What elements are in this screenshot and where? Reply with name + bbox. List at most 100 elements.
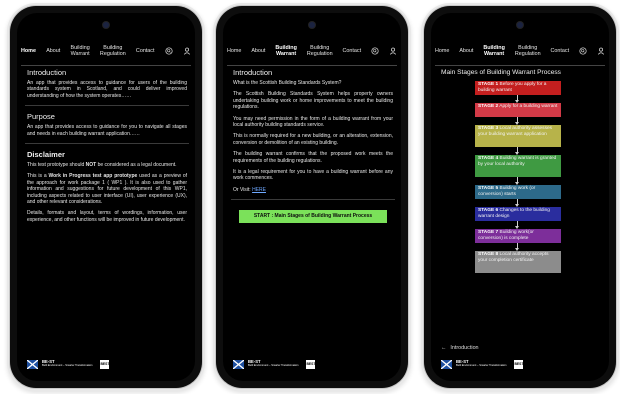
phone-screen: Home About Building Warrant Building Regul… [431, 13, 609, 381]
paragraph-1: The Scottish Building Standards System h… [233, 91, 393, 111]
best-logo: BE-ST Built Environment – Smarter Transfo… [456, 359, 507, 369]
nav-building-regulation[interactable]: Building Regulation [100, 45, 126, 57]
search-icon[interactable] [579, 47, 587, 55]
stage-box-7[interactable]: STAGE 7 Building work(or conversion) is … [475, 229, 561, 243]
flow-arrow [515, 147, 519, 155]
best-box-logo: BEST [306, 359, 316, 369]
footer-logos: BE-ST Built Environment – Smarter Transfo… [27, 359, 110, 369]
start-stages-button[interactable]: START : Main Stages of Building Warrant … [239, 210, 387, 224]
top-navigation: Home About Building Warrant Building Regul… [227, 41, 397, 66]
best-logo-subtitle: Built Environment – Smarter Transformati… [456, 364, 507, 368]
stages-heading: Main Stages of Building Warrant Process [441, 69, 561, 76]
intro-heading: Introduction [233, 68, 273, 77]
nav-building-warrant[interactable]: Building Warrant [483, 45, 505, 57]
stage-box-3[interactable]: STAGE 3 Local authority assesses your bu… [475, 125, 561, 147]
nav-label-line: Warrant [70, 51, 90, 57]
nav-contact[interactable]: Contact [551, 48, 570, 54]
phone-frame-building-warrant: Home About Building Warrant Building Regul… [216, 6, 408, 388]
here-link[interactable]: HERE [252, 187, 266, 193]
footer-logos: BE-ST Built Environment – Smarter Transfo… [441, 359, 524, 369]
intro-text: An app that provides access to guidance … [27, 80, 187, 99]
nav-building-regulation[interactable]: Building Regulation [515, 45, 541, 57]
disclaimer-text: This is a [27, 173, 49, 180]
flow-arrow [515, 117, 519, 125]
nav-home[interactable]: Home [227, 48, 241, 54]
top-navigation: Home About Building Warrant Building Regul… [435, 41, 605, 66]
divider [25, 143, 189, 145]
flow-arrow [515, 243, 519, 251]
stage-label: STAGE 7 [478, 230, 499, 235]
best-box-logo: BEST [514, 359, 524, 369]
front-camera [517, 22, 523, 28]
scotland-flag-icon [27, 359, 38, 369]
phone-screen: Home About Building Warrant Building Regul… [223, 13, 401, 381]
paragraph-4: The building warrant confirms that the p… [233, 151, 393, 164]
stage-box-2[interactable]: STAGE 2 Apply for a building warrant [475, 103, 561, 117]
home-content: Introduction An app that provides access… [25, 68, 189, 228]
stage-label: STAGE 6 [478, 208, 499, 213]
stage-box-5[interactable]: STAGE 5 Building work (or conversion) st… [475, 185, 561, 199]
disclaimer-emphasis: NOT [85, 162, 97, 169]
stage-label: STAGE 8 [478, 252, 499, 257]
phone-screen: Home About Building Warrant Building Regul… [17, 13, 195, 381]
stage-label: STAGE 5 [478, 186, 499, 191]
purpose-text: An app that provides access to guidance … [27, 124, 187, 137]
nav-home[interactable]: Home [435, 48, 449, 54]
stage-box-6[interactable]: STAGE 6 Changes to the building warrant … [475, 207, 561, 221]
nav-building-warrant[interactable]: Building Warrant [275, 45, 297, 57]
user-icon[interactable] [597, 47, 605, 55]
stage-label: STAGE 2 [478, 104, 499, 109]
stage-box-4[interactable]: STAGE 4 Building warrant is granted by y… [475, 155, 561, 177]
intro-heading: Introduction [27, 68, 67, 77]
paragraph-2: You may need permission in the form of a… [233, 115, 393, 129]
nav-about[interactable]: About [251, 48, 265, 54]
building-warrant-content: Introduction What is the Scottish Buildi… [231, 68, 395, 224]
nav-label-line: Warrant [276, 51, 297, 57]
best-logo-subtitle: Built Environment – Smarter Transformati… [42, 364, 93, 368]
front-camera [309, 22, 315, 28]
flow-arrow [515, 221, 519, 229]
disclaimer-text: This test prototype should [27, 162, 86, 169]
purpose-heading: Purpose [27, 112, 55, 122]
user-icon[interactable] [389, 47, 397, 55]
flow-arrow [515, 199, 519, 207]
best-logo-subtitle: Built Environment – Smarter Transformati… [248, 364, 299, 368]
nav-label-line: Regulation [99, 51, 126, 57]
nav-contact[interactable]: Contact [136, 48, 155, 54]
nav-contact[interactable]: Contact [343, 48, 362, 54]
stage-label: STAGE 1 [478, 82, 499, 87]
visit-label: Or Visit: [233, 186, 253, 193]
user-icon[interactable] [183, 47, 191, 55]
search-icon[interactable] [165, 47, 173, 55]
nav-building-warrant[interactable]: Building Warrant [71, 45, 90, 57]
question-text: What is the Scottish Building Standards … [233, 80, 342, 86]
nav-about[interactable]: About [459, 48, 473, 54]
disclaimer-paragraph-1: This test prototype should NOT be consid… [27, 162, 187, 168]
nav-label-line: Regulation [514, 51, 541, 57]
arrow-left-icon: ← [441, 345, 447, 351]
nav-label-line: Regulation [306, 51, 333, 57]
nav-home[interactable]: Home [21, 48, 36, 54]
search-icon[interactable] [371, 47, 379, 55]
nav-about[interactable]: About [46, 48, 60, 54]
back-link[interactable]: ← Introduction [441, 345, 479, 351]
paragraph-3: This is normally required for a new buil… [233, 133, 393, 146]
back-label: Introduction [450, 345, 479, 351]
stage-text: Apply for a building warrant [498, 104, 558, 109]
flow-arrow [515, 95, 519, 103]
divider [25, 105, 189, 107]
front-camera [103, 22, 109, 28]
disclaimer-heading: Disclaimer [27, 150, 65, 160]
phone-frame-stages: Home About Building Warrant Building Regul… [424, 6, 616, 388]
scotland-flag-icon [441, 359, 452, 369]
nav-building-regulation[interactable]: Building Regulation [307, 45, 333, 57]
stage-box-1[interactable]: STAGE 1 Before you apply for a building … [475, 81, 561, 95]
stage-box-8[interactable]: STAGE 8 Local authority accepts your com… [475, 251, 561, 273]
stages-flowchart: STAGE 1 Before you apply for a building … [441, 81, 601, 273]
divider [231, 199, 395, 201]
flow-arrow [515, 177, 519, 185]
disclaimer-text: be considered as a legal document. [96, 162, 177, 169]
nav-label-line: Warrant [484, 51, 505, 57]
top-navigation: Home About Building Warrant Building Regul… [21, 41, 191, 66]
disclaimer-paragraph-3: Details, formats and layout, terms of wo… [27, 210, 187, 223]
